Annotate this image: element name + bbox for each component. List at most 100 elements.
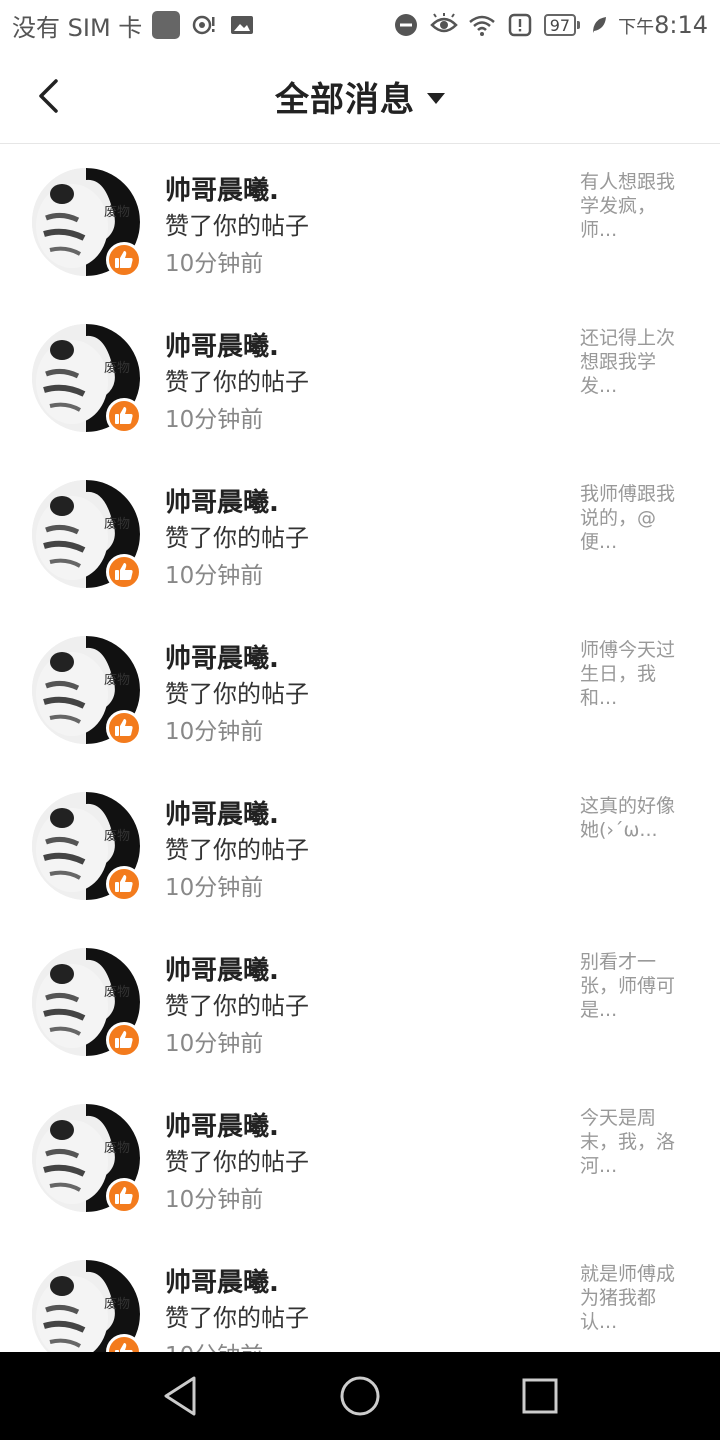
avatar-container[interactable]: 废物 <box>32 480 142 590</box>
sender-name[interactable]: 帅哥晨曦. <box>165 1106 279 1143</box>
avatar-container[interactable]: 废物 <box>32 948 142 1058</box>
avatar-container[interactable]: 废物 <box>32 792 142 902</box>
like-badge <box>106 866 142 902</box>
message-time: 10分钟前 <box>165 875 264 901</box>
message-action: 赞了你的帖子 <box>165 1304 309 1332</box>
message-action: 赞了你的帖子 <box>165 680 309 708</box>
like-badge <box>106 242 142 278</box>
post-preview[interactable]: 还记得上次想跟我学发... <box>580 326 692 398</box>
like-badge <box>106 1022 142 1058</box>
message-action: 赞了你的帖子 <box>165 368 309 396</box>
sender-name[interactable]: 帅哥晨曦. <box>165 170 279 207</box>
camera-notification-icon <box>190 11 218 39</box>
avatar-container[interactable]: 废物 <box>32 1104 142 1214</box>
message-action: 赞了你的帖子 <box>165 836 309 864</box>
avatar-caption: 废物 <box>104 516 130 532</box>
like-badge <box>106 398 142 434</box>
leaf-icon <box>590 11 608 39</box>
list-item[interactable]: 废物 帅哥晨曦. 赞了你的帖子 10分钟前 师傅今天过生日，我和... <box>0 612 720 768</box>
status-bar: 没有 SIM 卡 97 下午8:14 <box>0 0 720 50</box>
list-item[interactable]: 废物 帅哥晨曦. 赞了你的帖子 10分钟前 今天是周末，我，洛河... <box>0 1080 720 1236</box>
avatar-caption: 废物 <box>104 672 130 688</box>
sender-name[interactable]: 帅哥晨曦. <box>165 326 279 363</box>
nav-back-button[interactable] <box>90 1352 270 1440</box>
like-badge <box>106 554 142 590</box>
sender-name[interactable]: 帅哥晨曦. <box>165 482 279 519</box>
post-preview[interactable]: 别看才一张，师傅可是... <box>580 950 692 1022</box>
list-item[interactable]: 废物 帅哥晨曦. 赞了你的帖子 10分钟前 我师傅跟我说的，@便... <box>0 456 720 612</box>
list-item[interactable]: 废物 帅哥晨曦. 赞了你的帖子 10分钟前 别看才一张，师傅可是... <box>0 924 720 1080</box>
message-list[interactable]: 废物 帅哥晨曦. 赞了你的帖子 10分钟前 有人想跟我学发疯，师... 废物 帅… <box>0 144 720 1352</box>
square-recent-icon <box>522 1378 558 1414</box>
wifi-icon <box>468 11 496 39</box>
avatar-caption: 废物 <box>104 1296 130 1312</box>
clock: 8:14 <box>654 11 708 39</box>
thumbs-up-icon <box>115 407 133 424</box>
post-preview[interactable]: 有人想跟我学发疯，师... <box>580 170 692 242</box>
avatar-caption: 废物 <box>104 204 130 220</box>
post-preview[interactable]: 师傅今天过生日，我和... <box>580 638 692 710</box>
back-button[interactable] <box>28 76 68 116</box>
image-notification-icon <box>228 11 256 39</box>
avatar-caption: 废物 <box>104 984 130 1000</box>
thumbs-up-icon <box>115 251 133 268</box>
message-time: 10分钟前 <box>165 1187 264 1213</box>
thumbs-up-icon <box>115 1031 133 1048</box>
avatar-container[interactable]: 废物 <box>32 1260 142 1352</box>
list-item[interactable]: 废物 帅哥晨曦. 赞了你的帖子 10分钟前 还记得上次想跟我学发... <box>0 300 720 456</box>
nav-home-button[interactable] <box>270 1352 450 1440</box>
sender-name[interactable]: 帅哥晨曦. <box>165 638 279 675</box>
navigation-bar <box>0 1352 720 1440</box>
message-time: 10分钟前 <box>165 251 264 277</box>
thumbs-up-icon <box>115 1343 133 1352</box>
avatar-container[interactable]: 废物 <box>32 168 142 278</box>
message-time: 10分钟前 <box>165 563 264 589</box>
status-left: 没有 SIM 卡 <box>12 8 256 43</box>
message-action: 赞了你的帖子 <box>165 212 309 240</box>
like-badge <box>106 710 142 746</box>
eye-comfort-icon <box>429 11 458 39</box>
list-item[interactable]: 废物 帅哥晨曦. 赞了你的帖子 10分钟前 这真的好像她(›´ω... <box>0 768 720 924</box>
message-action: 赞了你的帖子 <box>165 992 309 1020</box>
like-badge <box>106 1178 142 1214</box>
list-item[interactable]: 废物 帅哥晨曦. 赞了你的帖子 10分钟前 就是师傅成为猪我都认... <box>0 1236 720 1352</box>
avatar-caption: 废物 <box>104 1140 130 1156</box>
avatar-container[interactable]: 废物 <box>32 636 142 746</box>
nav-recent-button[interactable] <box>450 1352 630 1440</box>
header: 全部消息 <box>0 50 720 144</box>
message-time: 10分钟前 <box>165 1031 264 1057</box>
page-title: 全部消息 <box>275 80 415 120</box>
circle-home-icon <box>340 1376 380 1416</box>
post-preview[interactable]: 就是师傅成为猪我都认... <box>580 1262 692 1334</box>
message-time: 10分钟前 <box>165 1336 263 1352</box>
post-preview[interactable]: 这真的好像她(›´ω... <box>580 794 692 842</box>
caret-down-icon <box>427 93 445 104</box>
avatar-caption: 废物 <box>104 828 130 844</box>
post-preview[interactable]: 今天是周末，我，洛河... <box>580 1106 692 1178</box>
time-period: 下午 <box>618 17 655 38</box>
thumbs-up-icon <box>115 719 133 736</box>
sender-name[interactable]: 帅哥晨曦. <box>165 1262 279 1299</box>
carrier-text: 没有 SIM 卡 <box>12 13 143 42</box>
list-item[interactable]: 废物 帅哥晨曦. 赞了你的帖子 10分钟前 有人想跟我学发疯，师... <box>0 144 720 300</box>
title-dropdown[interactable]: 全部消息 <box>275 72 445 121</box>
message-action: 赞了你的帖子 <box>165 1148 309 1176</box>
alert-icon <box>506 11 534 39</box>
status-right: 97 下午8:14 <box>392 11 708 39</box>
thumbs-up-icon <box>115 563 133 580</box>
message-time: 10分钟前 <box>165 719 264 745</box>
thumbs-up-icon <box>115 1187 133 1204</box>
message-time: 10分钟前 <box>165 407 264 433</box>
sender-name[interactable]: 帅哥晨曦. <box>165 794 279 831</box>
triangle-back-icon <box>164 1376 196 1416</box>
back-arrow-icon <box>39 79 58 113</box>
message-action: 赞了你的帖子 <box>165 524 309 552</box>
sender-name[interactable]: 帅哥晨曦. <box>165 950 279 987</box>
app-notification-icon <box>152 11 181 39</box>
do-not-disturb-icon <box>392 11 420 39</box>
avatar-caption: 废物 <box>104 360 130 376</box>
post-preview[interactable]: 我师傅跟我说的，@便... <box>580 482 692 554</box>
avatar-container[interactable]: 废物 <box>32 324 142 434</box>
battery-indicator: 97 <box>543 14 581 36</box>
thumbs-up-icon <box>115 875 133 892</box>
